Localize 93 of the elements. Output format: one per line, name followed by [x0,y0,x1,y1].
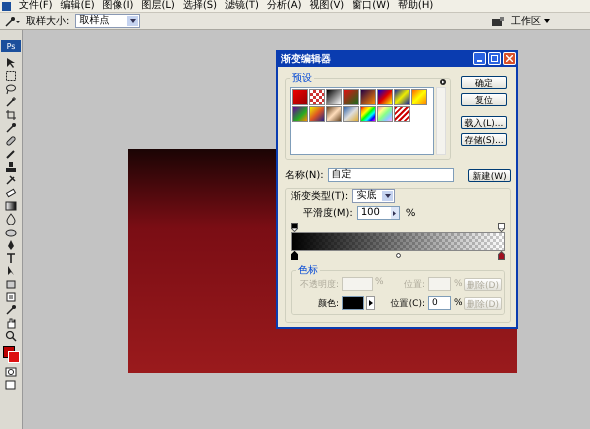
gradient-swatch[interactable] [343,106,359,122]
menu-item[interactable]: 视图(V) [310,0,344,12]
gradient-swatch[interactable] [343,89,359,105]
color-stop-icon[interactable] [498,251,505,260]
color-menu-button[interactable] [366,296,375,310]
menu-item[interactable]: 图层(L) [141,0,175,12]
dialog-button[interactable]: 复位 [461,93,507,106]
dialog-button[interactable]: 存储(S)... [461,133,507,146]
dialog-button[interactable]: 载入(L)... [461,116,507,129]
location-field[interactable]: 0 [428,296,451,310]
gradient-swatch[interactable] [292,106,308,122]
gradient-swatch[interactable] [326,89,342,105]
opacity-stop-icon[interactable] [291,223,298,232]
gradient-swatch[interactable] [360,106,376,122]
close-button[interactable] [503,52,516,65]
percent-label: % [453,298,464,308]
lasso-icon[interactable] [5,83,17,95]
window-title: 渐变编辑器 [281,52,332,66]
triangle-icon [368,300,372,306]
gradient-swatch[interactable] [326,106,342,122]
color-stop-icon[interactable] [291,251,298,260]
wand-icon[interactable] [5,96,17,108]
gradient-swatch[interactable] [377,89,393,105]
location-label: 位置: [404,278,425,290]
text-tool-icon[interactable] [5,252,17,264]
caret-icon [384,194,391,198]
screen-mode-icon[interactable] [5,379,17,391]
gradient-swatch[interactable] [292,89,308,105]
new-button[interactable]: 新建(W) [468,168,511,182]
menu-item[interactable]: 帮助(H) [398,0,434,12]
triangle-icon [393,210,396,216]
name-field[interactable]: 自定 [328,168,454,182]
note-icon[interactable] [5,291,17,303]
maximize-button[interactable] [488,52,501,65]
shape-icon[interactable] [5,278,17,290]
midpoint-icon[interactable] [396,253,400,258]
stop-label: 颜色: [318,298,339,310]
color-stops-label: 色标 [297,264,319,277]
zoom-icon[interactable] [5,330,17,342]
color-swatch[interactable] [342,296,364,310]
gradient-swatch[interactable] [309,106,325,122]
location-label: 位置(C): [390,298,425,310]
stop-label: 不透明度: [300,278,339,290]
smoothness-label: 平滑度(M): [303,206,353,220]
menu-item[interactable]: 图像(I) [102,0,134,12]
menu-item[interactable]: 选择(S) [182,0,217,12]
dialog-button[interactable]: 确定 [461,76,507,89]
gradient-type-label: 渐变类型(T): [291,190,348,203]
opacity-stop-icon[interactable] [498,223,505,232]
brush-icon[interactable] [5,148,17,160]
gradient-swatch[interactable] [360,89,376,105]
gradient-icon[interactable] [5,200,17,212]
drop-icon[interactable] [5,213,17,225]
gradient-swatch[interactable] [377,106,393,122]
location-field[interactable] [428,277,451,291]
gradient-swatch[interactable] [394,106,410,122]
workspace-button[interactable]: 工作区 [511,14,550,28]
caret-icon [130,19,136,23]
minimize-button[interactable] [473,52,486,65]
menu-item[interactable]: 编辑(E) [60,0,95,12]
eraser-icon[interactable] [5,187,17,199]
eyedropper-icon[interactable] [4,15,20,27]
close-icon [506,55,513,62]
sample-size-label: 取样大小: [26,14,70,28]
gradient-swatch[interactable] [394,89,410,105]
app-logo: Ps [1,40,21,52]
color-swatches-icon[interactable] [3,346,19,362]
menu-arrow-icon[interactable] [440,79,446,85]
caret-icon [544,19,550,23]
dashed-square-icon[interactable] [5,70,17,82]
camera-icon[interactable] [491,16,505,26]
app-logo-icon[interactable] [2,2,11,10]
pen-icon[interactable] [5,239,17,251]
gradient-type-dropdown[interactable]: 实底 [352,189,396,203]
gradient-swatch[interactable] [309,89,325,105]
stamp-icon[interactable] [5,161,17,173]
crop-icon[interactable] [5,109,17,121]
eyedropper-icon[interactable] [5,122,17,134]
smoothness-field[interactable]: 100 [356,206,400,220]
gradient-bar[interactable] [291,232,505,251]
gradient-swatch[interactable] [411,89,427,105]
presets-label: 预设 [291,72,313,85]
percent-label: % [404,208,416,218]
arrow-icon[interactable] [5,57,17,69]
name-label: 名称(N): [285,169,324,182]
eyedropper-icon[interactable] [5,304,17,316]
sample-size-dropdown[interactable]: 取样点 [75,14,140,28]
percent-label: % [374,277,384,289]
mask-icon[interactable] [5,366,17,378]
maximize-icon [491,55,498,62]
menu-item[interactable]: 滤镜(T) [224,0,259,12]
menu-item[interactable]: 分析(A) [266,0,302,12]
percent-label: % [453,279,464,289]
